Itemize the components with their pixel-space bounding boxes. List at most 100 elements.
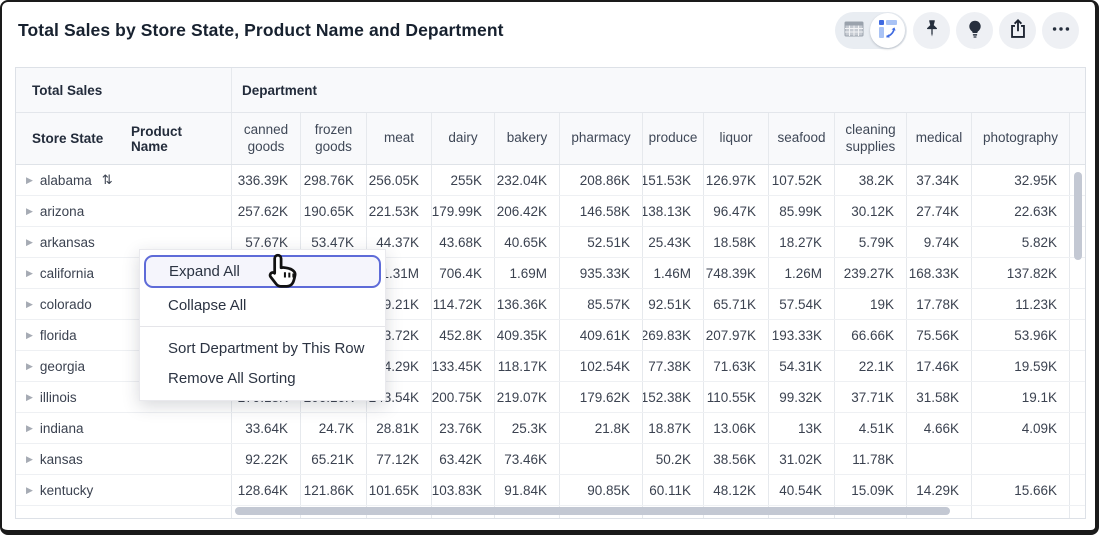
value-cell[interactable]: 409.35K	[495, 320, 560, 350]
value-cell[interactable]: 138.13K	[643, 196, 704, 226]
value-cell[interactable]: 96.47K	[704, 196, 769, 226]
value-cell[interactable]: 269.83K	[643, 320, 704, 350]
value-cell[interactable]: 15.09K	[835, 475, 907, 505]
more-options-button[interactable]	[1042, 12, 1079, 49]
row-header-cell[interactable]: ▶alabama⇅	[16, 165, 232, 195]
column-header-pharmacy[interactable]: pharmacy	[560, 113, 643, 164]
value-cell[interactable]: 23.76K	[432, 413, 495, 443]
value-cell[interactable]: 179.62K	[560, 382, 643, 412]
value-cell[interactable]: 133.45K	[432, 351, 495, 381]
value-cell[interactable]: 4.09K	[972, 413, 1070, 443]
value-cell[interactable]: 22.63K	[972, 196, 1070, 226]
value-cell[interactable]: 336.39K	[232, 165, 301, 195]
value-cell[interactable]	[972, 506, 1070, 519]
expand-triangle-icon[interactable]: ▶	[26, 176, 33, 185]
column-header-medical[interactable]: medical	[907, 113, 972, 164]
pin-button[interactable]	[913, 12, 950, 49]
export-button[interactable]	[999, 12, 1036, 49]
value-cell[interactable]: 24.7K	[301, 413, 367, 443]
value-cell[interactable]: 63.42K	[432, 444, 495, 474]
value-cell[interactable]: 75.56K	[907, 320, 972, 350]
value-cell[interactable]	[972, 444, 1070, 474]
value-cell[interactable]: 18.27K	[769, 227, 835, 257]
column-header-canned-goods[interactable]: canned goods	[232, 113, 301, 164]
value-cell[interactable]: 206.42K	[495, 196, 560, 226]
row-header-cell[interactable]: ▶kentucky	[16, 475, 232, 505]
value-cell[interactable]: 19K	[835, 289, 907, 319]
value-cell[interactable]: 60.11K	[643, 475, 704, 505]
value-cell[interactable]: 200.75K	[432, 382, 495, 412]
table-view-button[interactable]	[837, 14, 870, 47]
value-cell[interactable]: 85.57K	[560, 289, 643, 319]
value-cell[interactable]: 48.12K	[704, 475, 769, 505]
expand-triangle-icon[interactable]: ▶	[26, 269, 33, 278]
column-header-frozen-goods[interactable]: frozen goods	[301, 113, 367, 164]
state-label[interactable]: georgia	[40, 359, 85, 374]
vertical-scrollbar[interactable]	[1074, 172, 1082, 260]
value-cell[interactable]: 53.96K	[972, 320, 1070, 350]
row-header-cell[interactable]: ▶kansas	[16, 444, 232, 474]
value-cell[interactable]: 935.33K	[560, 258, 643, 288]
sort-indicator-icon[interactable]: ⇅	[102, 172, 113, 188]
expand-triangle-icon[interactable]: ▶	[26, 362, 33, 371]
value-cell[interactable]: 1.46M	[643, 258, 704, 288]
column-header-bakery[interactable]: bakery	[495, 113, 560, 164]
value-cell[interactable]: 1.26M	[769, 258, 835, 288]
expand-triangle-icon[interactable]: ▶	[26, 486, 33, 495]
value-cell[interactable]: 54.31K	[769, 351, 835, 381]
value-cell[interactable]: 1.69M	[495, 258, 560, 288]
value-cell[interactable]: 85.99K	[769, 196, 835, 226]
expand-triangle-icon[interactable]: ▶	[26, 424, 33, 433]
store-state-header[interactable]: Store State	[16, 113, 121, 164]
value-cell[interactable]: 152.38K	[643, 382, 704, 412]
value-cell[interactable]: 37.71K	[835, 382, 907, 412]
expand-triangle-icon[interactable]: ▶	[26, 393, 33, 402]
value-cell[interactable]: 92.22K	[232, 444, 301, 474]
value-cell[interactable]: 193.33K	[769, 320, 835, 350]
menu-item-expand-all[interactable]: Expand All	[144, 255, 381, 288]
value-cell[interactable]: 146.58K	[560, 196, 643, 226]
value-cell[interactable]: 118.17K	[495, 351, 560, 381]
value-cell[interactable]: 126.97K	[704, 165, 769, 195]
menu-item-remove-all-sorting[interactable]: Remove All Sorting	[140, 363, 385, 393]
value-cell[interactable]: 30.12K	[835, 196, 907, 226]
value-cell[interactable]: 50.2K	[643, 444, 704, 474]
value-cell[interactable]: 103.83K	[432, 475, 495, 505]
value-cell[interactable]: 114.72K	[432, 289, 495, 319]
expand-triangle-icon[interactable]: ▶	[26, 331, 33, 340]
menu-item-collapse-all[interactable]: Collapse All	[140, 290, 385, 320]
value-cell[interactable]: 221.53K	[367, 196, 432, 226]
product-name-header[interactable]: Product Name	[121, 113, 232, 164]
value-cell[interactable]: 11.23K	[972, 289, 1070, 319]
value-cell[interactable]: 13.06K	[704, 413, 769, 443]
value-cell[interactable]: 107.52K	[769, 165, 835, 195]
column-header-produce[interactable]: produce	[643, 113, 704, 164]
value-cell[interactable]: 219.07K	[495, 382, 560, 412]
value-cell[interactable]: 37.34K	[907, 165, 972, 195]
value-cell[interactable]: 18.58K	[704, 227, 769, 257]
value-cell[interactable]: 22.1K	[835, 351, 907, 381]
state-label[interactable]: california	[40, 266, 94, 281]
value-cell[interactable]	[907, 444, 972, 474]
value-cell[interactable]: 239.27K	[835, 258, 907, 288]
value-cell[interactable]: 19.1K	[972, 382, 1070, 412]
value-cell[interactable]: 77.38K	[643, 351, 704, 381]
value-cell[interactable]: 65.71K	[704, 289, 769, 319]
column-header-cleaning-supplies[interactable]: cleaning supplies	[835, 113, 907, 164]
value-cell[interactable]: 25.3K	[495, 413, 560, 443]
value-cell[interactable]: 25.43K	[643, 227, 704, 257]
value-cell[interactable]: 11.78K	[835, 444, 907, 474]
value-cell[interactable]: 99.32K	[769, 382, 835, 412]
value-cell[interactable]: 73.46K	[495, 444, 560, 474]
state-label[interactable]: colorado	[40, 297, 92, 312]
value-cell[interactable]: 101.65K	[367, 475, 432, 505]
value-cell[interactable]: 57.54K	[769, 289, 835, 319]
value-cell[interactable]: 136.36K	[495, 289, 560, 319]
horizontal-scrollbar[interactable]	[235, 507, 950, 515]
value-cell[interactable]: 4.51K	[835, 413, 907, 443]
value-cell[interactable]: 90.85K	[560, 475, 643, 505]
state-label[interactable]: arkansas	[40, 235, 95, 250]
expand-triangle-icon[interactable]: ▶	[26, 455, 33, 464]
value-cell[interactable]: 706.4K	[432, 258, 495, 288]
value-cell[interactable]	[560, 444, 643, 474]
